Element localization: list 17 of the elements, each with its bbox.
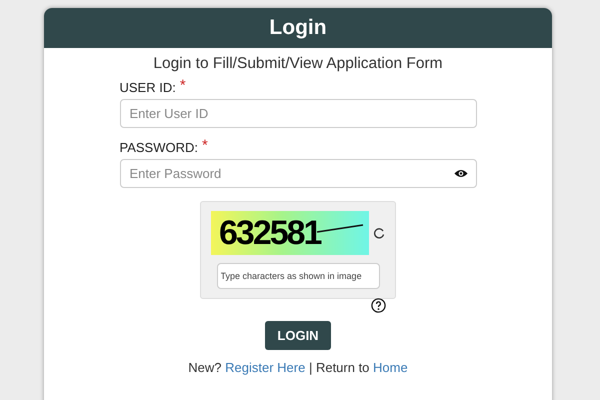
field-label: USER ID:: [120, 80, 176, 95]
register-link[interactable]: Register Here: [225, 360, 306, 375]
form-subtitle: Login to Fill/Submit/View Application Form: [153, 55, 443, 73]
header-title: Login: [269, 16, 327, 40]
input-field[interactable]: Enter User ID: [120, 99, 476, 128]
input-field[interactable]: Enter Password: [120, 159, 476, 188]
help-icon[interactable]: [371, 298, 386, 313]
required-mark: *: [180, 80, 186, 95]
captcha-input-field[interactable]: Type characters as shown in image: [216, 263, 380, 289]
login-button[interactable]: LOGIN: [265, 321, 331, 350]
eye-icon[interactable]: [454, 168, 468, 179]
captcha-image: 632581: [211, 211, 369, 255]
footer-text: New? Register Here | Return to Home: [188, 360, 408, 375]
field-label: PASSWORD:: [120, 140, 198, 155]
refresh-icon[interactable]: [373, 227, 385, 239]
required-mark: *: [202, 140, 208, 155]
home-link[interactable]: Home: [373, 360, 408, 375]
